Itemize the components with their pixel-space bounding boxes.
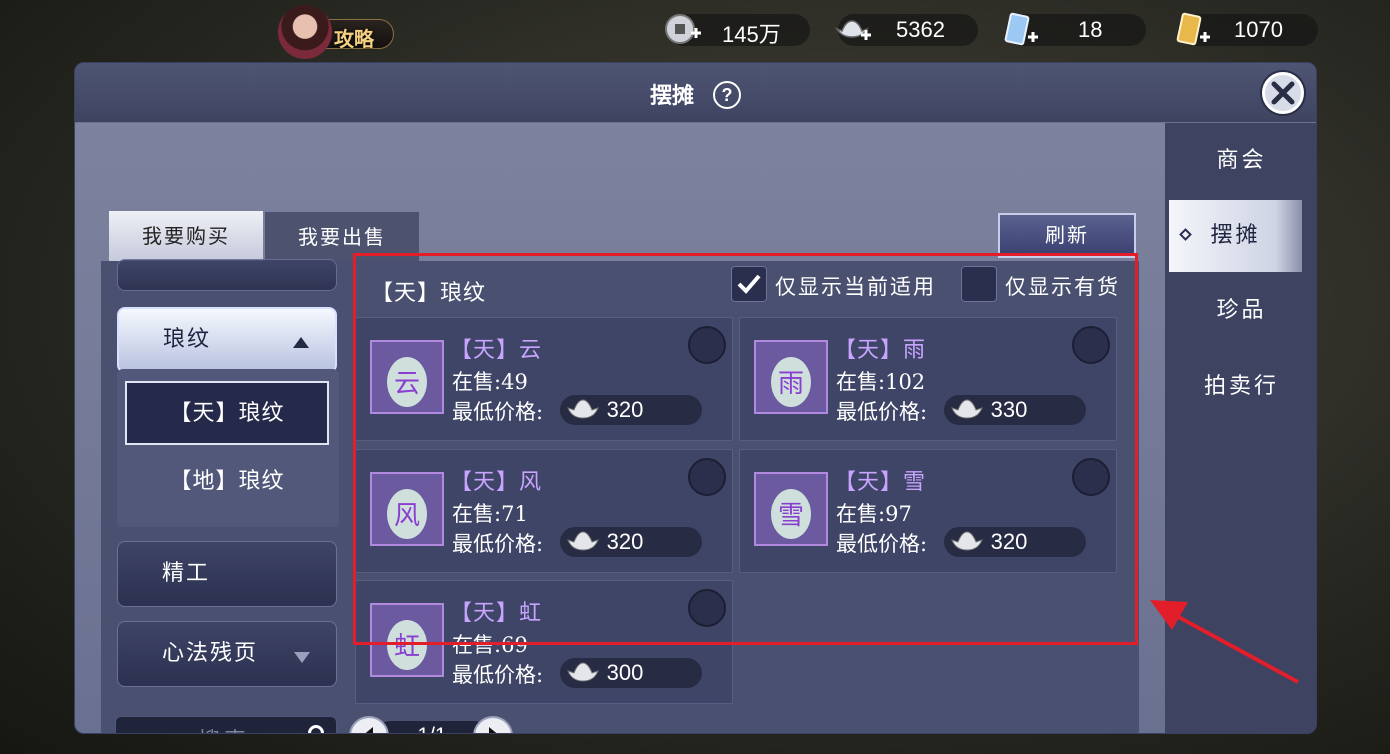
active-marker-icon: [1179, 228, 1192, 241]
currency-silver[interactable]: 5362: [835, 14, 978, 46]
close-icon: [1271, 81, 1295, 105]
pointer-arrow-icon: [1150, 600, 1299, 684]
currency-blue-ticket[interactable]: 18: [1004, 12, 1146, 46]
next-page-button[interactable]: [473, 716, 513, 733]
blue-ticket-icon: [1004, 12, 1038, 46]
category-label: 琅纹: [163, 327, 212, 352]
category-label: 心法残页: [162, 641, 259, 666]
subcategory-tian-langwen[interactable]: 【天】琅纹: [125, 381, 329, 445]
category-jinggong[interactable]: 精工: [117, 541, 337, 607]
coin-icon: [665, 14, 701, 44]
currency-coin-value: 145万: [722, 22, 781, 47]
expand-arrow-icon: [294, 652, 310, 663]
highlight-box: [353, 253, 1138, 645]
silver-ingot-icon: [835, 20, 871, 40]
currency-gold-ticket-value: 1070: [1234, 17, 1283, 42]
guide-button[interactable]: 攻略: [276, 5, 394, 59]
category-langwen[interactable]: 琅纹: [117, 307, 337, 373]
search-icon[interactable]: [308, 725, 324, 733]
pagination: 1/1: [349, 716, 515, 733]
currency-silver-value: 5362: [896, 17, 945, 42]
category-item-partial[interactable]: [117, 259, 337, 291]
panel-title: 摆摊: [650, 83, 695, 109]
help-icon[interactable]: ?: [713, 81, 741, 109]
side-tab-treasure[interactable]: 珍品: [1165, 275, 1316, 347]
next-arrow-icon: [489, 727, 497, 733]
guide-avatar: [278, 5, 332, 59]
item-price-label: 最低价格:: [452, 663, 544, 687]
search-placeholder: 搜索: [198, 723, 250, 733]
search-field[interactable]: 搜索: [115, 716, 337, 733]
item-price: 300: [606, 660, 644, 685]
side-tab-label: 摆摊: [1210, 223, 1261, 248]
close-button[interactable]: [1262, 72, 1304, 114]
category-xinfa-canye[interactable]: 心法残页: [117, 621, 337, 687]
side-tab-stall[interactable]: 摆摊: [1169, 200, 1302, 272]
panel-header: 摆摊 ?: [75, 63, 1316, 123]
guide-label: 攻略: [334, 27, 374, 51]
subcategory-di-langwen[interactable]: 【地】琅纹: [125, 451, 329, 515]
side-tab-auction[interactable]: 拍卖行: [1165, 351, 1316, 423]
currency-coin[interactable]: 145万: [665, 14, 810, 47]
gold-ticket-icon: [1176, 12, 1210, 46]
currency-blue-ticket-value: 18: [1078, 17, 1103, 42]
currency-gold-ticket[interactable]: 1070: [1176, 12, 1318, 46]
tab-buy[interactable]: 我要购买: [109, 211, 263, 261]
refresh-button[interactable]: 刷新: [998, 213, 1136, 258]
category-label: 精工: [162, 561, 211, 586]
collapse-arrow-icon: [293, 337, 309, 348]
side-tab-chamber[interactable]: 商会: [1165, 125, 1316, 197]
